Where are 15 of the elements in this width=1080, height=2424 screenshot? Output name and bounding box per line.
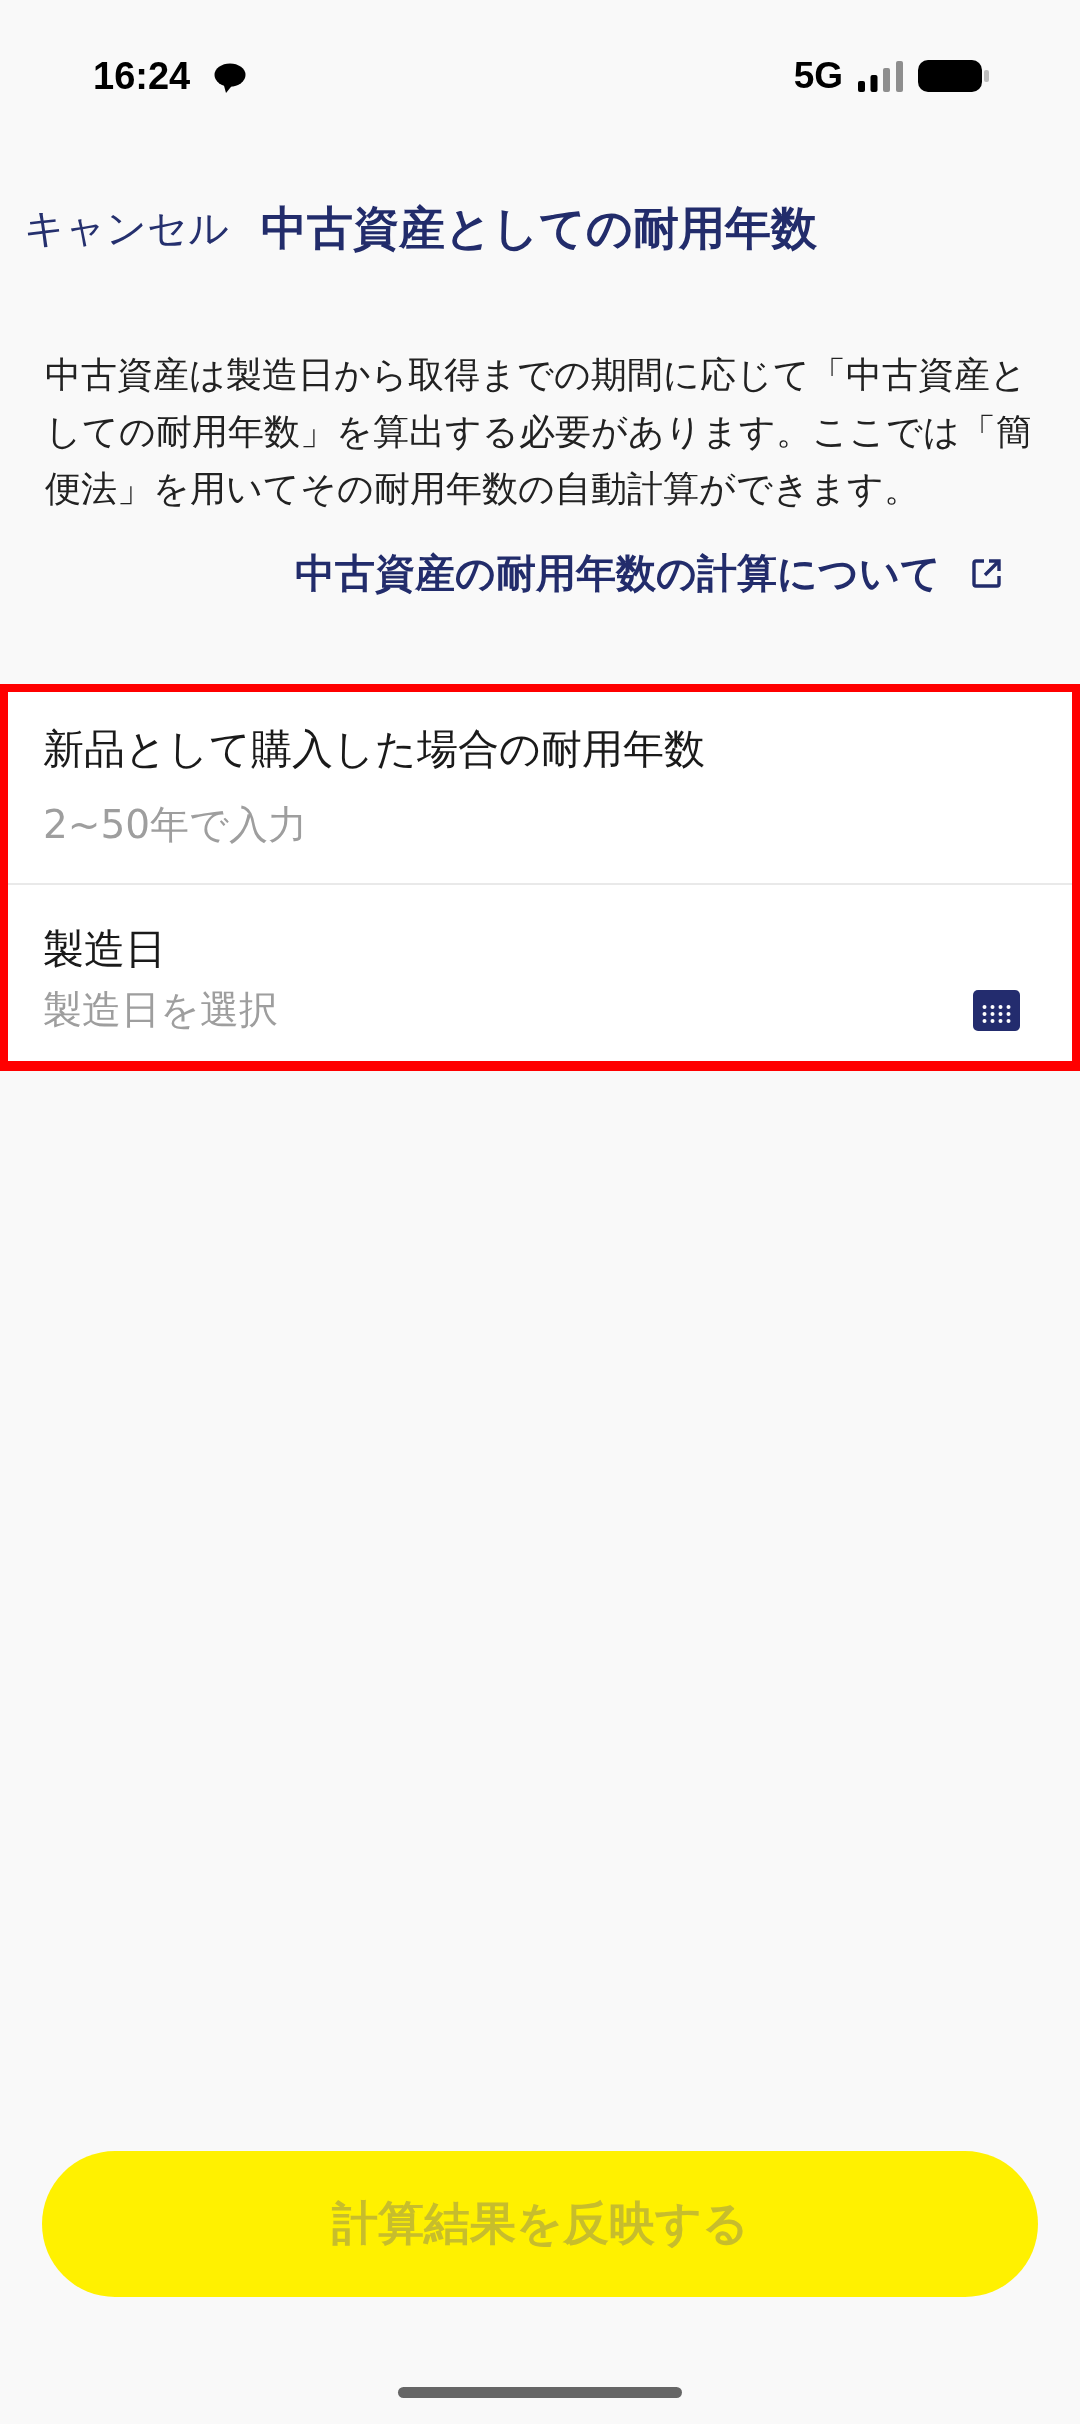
status-time: 16:24 [93,56,191,96]
calendar-icon[interactable] [973,989,1020,1031]
external-link-icon [971,557,1002,589]
battery-icon [918,60,989,92]
signal-icon [858,60,903,92]
chat-bubble-icon [214,63,247,93]
external-link[interactable]: 中古資産の耐用年数の計算について [295,545,1002,601]
network-type: 5G [793,56,843,96]
description-text: 中古資産は製造日から取得までの期間に応じて「中古資産としての耐用年数」を算出する必要があります。ここでは「簡便法」を用いてその耐用年数の自動計算ができます。 [44,353,1033,511]
number-input-field[interactable]: 2~50年で入力 [43,801,1037,849]
date-input-field[interactable]: 製造日を選択 [43,986,973,1034]
field-label: 製造日 [43,925,167,973]
page-title: 中古資産としての耐用年数 [261,200,817,257]
field-label: 新品として購入した場合の耐用年数 [43,725,706,773]
cancel-button[interactable]: キャンセル [24,199,229,257]
